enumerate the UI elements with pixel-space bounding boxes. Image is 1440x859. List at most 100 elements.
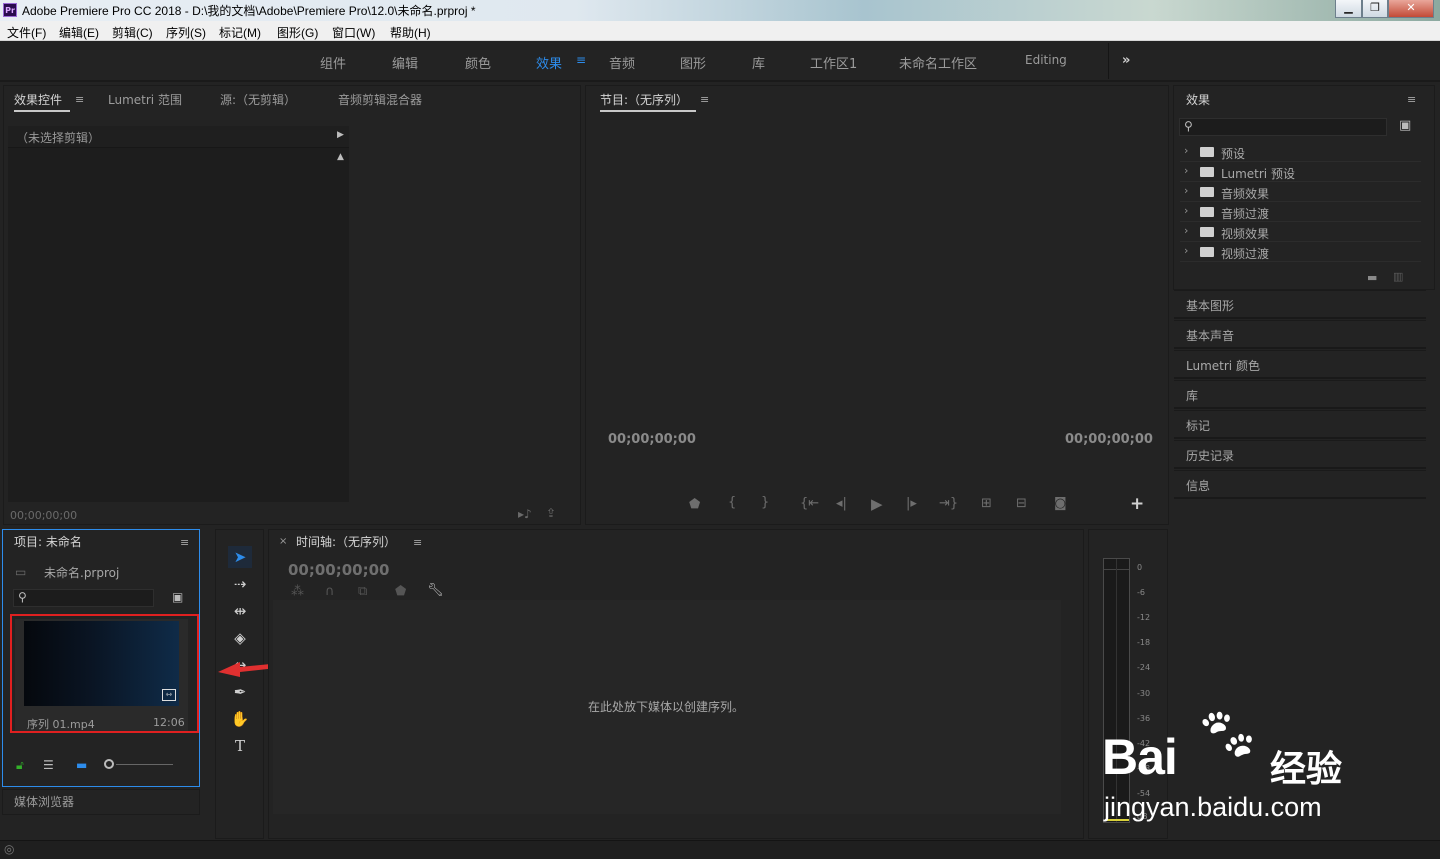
panel-menu-icon[interactable]: ≡ bbox=[700, 93, 709, 106]
export-icon[interactable]: ⇪ bbox=[546, 506, 556, 520]
lift-icon[interactable]: ⊞ bbox=[981, 496, 992, 511]
tab-timeline[interactable]: 时间轴:（无序列） bbox=[296, 533, 396, 550]
program-timecode-current[interactable]: 00;00;00;00 bbox=[608, 432, 696, 447]
menu-edit[interactable]: 编辑(E) bbox=[59, 24, 99, 41]
add-marker-icon[interactable]: ⬟ bbox=[689, 497, 700, 512]
mark-out-icon[interactable]: } bbox=[761, 495, 769, 510]
nest-icon[interactable]: ⁂ bbox=[291, 584, 304, 599]
timeline-drop-area[interactable]: 在此处放下媒体以创建序列。 bbox=[273, 600, 1061, 814]
snap-icon[interactable]: ∩ bbox=[325, 584, 335, 599]
workspace-tab-workspace1[interactable]: 工作区1 bbox=[810, 53, 857, 72]
folder-icon bbox=[1200, 207, 1214, 217]
workspace-tab-libraries[interactable]: 库 bbox=[752, 53, 765, 72]
workspace-tab-editing-en[interactable]: Editing bbox=[1025, 53, 1067, 67]
menu-window[interactable]: 窗口(W) bbox=[332, 24, 375, 41]
selection-tool-icon[interactable]: ➤ bbox=[228, 546, 252, 568]
play-icon[interactable]: ▶ bbox=[871, 495, 883, 513]
pen-tool-icon[interactable]: ✒ bbox=[228, 681, 252, 703]
lock-icon[interactable]: 🔓︎ bbox=[16, 758, 24, 773]
effects-folder-audio-effects[interactable]: › 音频效果 bbox=[1180, 182, 1421, 202]
tab-lumetri-scopes[interactable]: Lumetri 范围 bbox=[108, 91, 182, 108]
workspace-tab-assembly[interactable]: 组件 bbox=[320, 53, 346, 72]
zoom-slider-handle[interactable] bbox=[104, 759, 114, 769]
minimize-button[interactable]: ▁ bbox=[1335, 0, 1362, 18]
side-panel-history[interactable]: 历史记录 bbox=[1174, 440, 1426, 469]
tab-audio-clip-mixer[interactable]: 音频剪辑混合器 bbox=[338, 91, 422, 108]
side-panel-essential-graphics[interactable]: 基本图形 bbox=[1174, 290, 1426, 319]
panel-menu-icon[interactable]: ≡ bbox=[180, 536, 189, 549]
effects-folder-video-effects[interactable]: › 视频效果 bbox=[1180, 222, 1421, 242]
camera-icon[interactable]: ◙ bbox=[1054, 496, 1067, 511]
add-marker-icon[interactable]: ⬟ bbox=[395, 584, 406, 599]
menu-marker[interactable]: 标记(M) bbox=[219, 24, 261, 41]
active-tab-underline bbox=[600, 110, 696, 112]
step-back-icon[interactable]: ◂| bbox=[836, 496, 847, 511]
hand-tool-icon[interactable]: ✋ bbox=[228, 708, 252, 730]
side-panel-essential-sound[interactable]: 基本声音 bbox=[1174, 320, 1426, 349]
accelerated-effects-icon[interactable]: ▣ bbox=[1399, 118, 1411, 133]
workspace-tab-untitled[interactable]: 未命名工作区 bbox=[899, 53, 977, 72]
go-to-out-icon[interactable]: ⇥} bbox=[939, 496, 958, 511]
list-view-icon[interactable]: ☰ bbox=[43, 758, 54, 772]
menu-file[interactable]: 文件(F) bbox=[7, 24, 46, 41]
maximize-button[interactable]: ❐ bbox=[1362, 0, 1388, 18]
track-select-tool-icon[interactable]: ⇢ bbox=[228, 573, 252, 595]
side-panel-libraries[interactable]: 库 bbox=[1174, 380, 1426, 409]
triangle-up-icon[interactable]: ▲ bbox=[337, 152, 344, 162]
find-icon[interactable]: ▣ bbox=[172, 590, 183, 604]
filter-audio-icon[interactable]: ▸♪ bbox=[518, 507, 532, 521]
panel-menu-icon[interactable]: ≡ bbox=[413, 536, 422, 549]
chevron-right-icon: › bbox=[1184, 224, 1189, 237]
effects-folder-presets[interactable]: › 预设 bbox=[1180, 142, 1421, 162]
new-bin-icon[interactable]: ▬ bbox=[1367, 271, 1377, 284]
effect-controls-panel: 效果控件 ≡ Lumetri 范围 源:（无剪辑） 音频剪辑混合器 （未选择剪辑… bbox=[3, 85, 581, 525]
workspace-tab-color[interactable]: 颜色 bbox=[465, 53, 491, 72]
meter-tick: -24 bbox=[1137, 663, 1151, 672]
side-panel-info[interactable]: 信息 bbox=[1174, 470, 1426, 499]
effects-folder-video-transitions[interactable]: › 视频过渡 bbox=[1180, 242, 1421, 262]
ripple-edit-tool-icon[interactable]: ⇹ bbox=[228, 600, 252, 622]
tab-program[interactable]: 节目:（无序列） bbox=[600, 91, 688, 108]
icon-view-icon[interactable]: ▬ bbox=[76, 758, 87, 772]
side-panel-markers[interactable]: 标记 bbox=[1174, 410, 1426, 439]
workspace-tab-editing[interactable]: 编辑 bbox=[392, 53, 418, 72]
background-task-icon[interactable]: ◎ bbox=[4, 842, 14, 856]
step-forward-icon[interactable]: |▸ bbox=[906, 496, 917, 511]
timeline-timecode[interactable]: 00;00;00;00 bbox=[288, 561, 390, 579]
mark-in-icon[interactable]: { bbox=[728, 495, 736, 510]
effects-folder-audio-transitions[interactable]: › 音频过渡 bbox=[1180, 202, 1421, 222]
triangle-right-icon[interactable]: ▶ bbox=[337, 130, 344, 140]
panel-menu-icon[interactable]: ≡ bbox=[75, 93, 84, 106]
effects-folder-lumetri-presets[interactable]: › Lumetri 预设 bbox=[1180, 162, 1421, 182]
wrench-icon[interactable]: 🔧︎ bbox=[427, 583, 444, 598]
effects-search-input[interactable]: ⚲ bbox=[1179, 118, 1387, 136]
tab-source[interactable]: 源:（无剪辑） bbox=[220, 91, 296, 108]
workspace-tab-effects[interactable]: 效果 bbox=[536, 53, 562, 72]
trash-icon[interactable]: ▥ bbox=[1393, 270, 1403, 283]
go-to-in-icon[interactable]: {⇤ bbox=[800, 496, 819, 511]
program-monitor-panel: 节目:（无序列） ≡ 00;00;00;00 00;00;00;00 ⬟ { }… bbox=[585, 85, 1169, 525]
button-editor-plus-icon[interactable]: + bbox=[1130, 494, 1144, 514]
double-chevron-right-icon[interactable]: » bbox=[1122, 53, 1130, 68]
zoom-slider-track[interactable] bbox=[116, 764, 173, 765]
close-button[interactable]: ✕ bbox=[1388, 0, 1434, 18]
close-tab-icon[interactable]: × bbox=[279, 536, 287, 547]
tab-effect-controls[interactable]: 效果控件 bbox=[14, 91, 62, 108]
workspace-menu-icon[interactable]: ≡ bbox=[576, 53, 586, 67]
menu-sequence[interactable]: 序列(S) bbox=[166, 24, 206, 41]
razor-tool-icon[interactable]: ◈ bbox=[228, 627, 252, 649]
tab-project[interactable]: 项目: 未命名 bbox=[14, 533, 82, 550]
project-search-input[interactable]: ⚲ bbox=[13, 589, 154, 607]
tab-media-browser[interactable]: 媒体浏览器 bbox=[14, 793, 74, 810]
panel-menu-icon[interactable]: ≡ bbox=[1407, 93, 1416, 106]
workspace-bar: 组件 编辑 颜色 效果 ≡ 音频 图形 库 工作区1 未命名工作区 Editin… bbox=[0, 41, 1440, 82]
type-tool-icon[interactable]: T bbox=[228, 735, 252, 757]
workspace-tab-graphics[interactable]: 图形 bbox=[680, 53, 706, 72]
extract-icon[interactable]: ⊟ bbox=[1016, 496, 1027, 511]
linked-selection-icon[interactable]: ⧉ bbox=[358, 584, 367, 599]
menu-clip[interactable]: 剪辑(C) bbox=[112, 24, 153, 41]
workspace-tab-audio[interactable]: 音频 bbox=[609, 53, 635, 72]
menu-help[interactable]: 帮助(H) bbox=[390, 24, 431, 41]
menu-graphics[interactable]: 图形(G) bbox=[277, 24, 318, 41]
side-panel-lumetri-color[interactable]: Lumetri 颜色 bbox=[1174, 350, 1426, 379]
